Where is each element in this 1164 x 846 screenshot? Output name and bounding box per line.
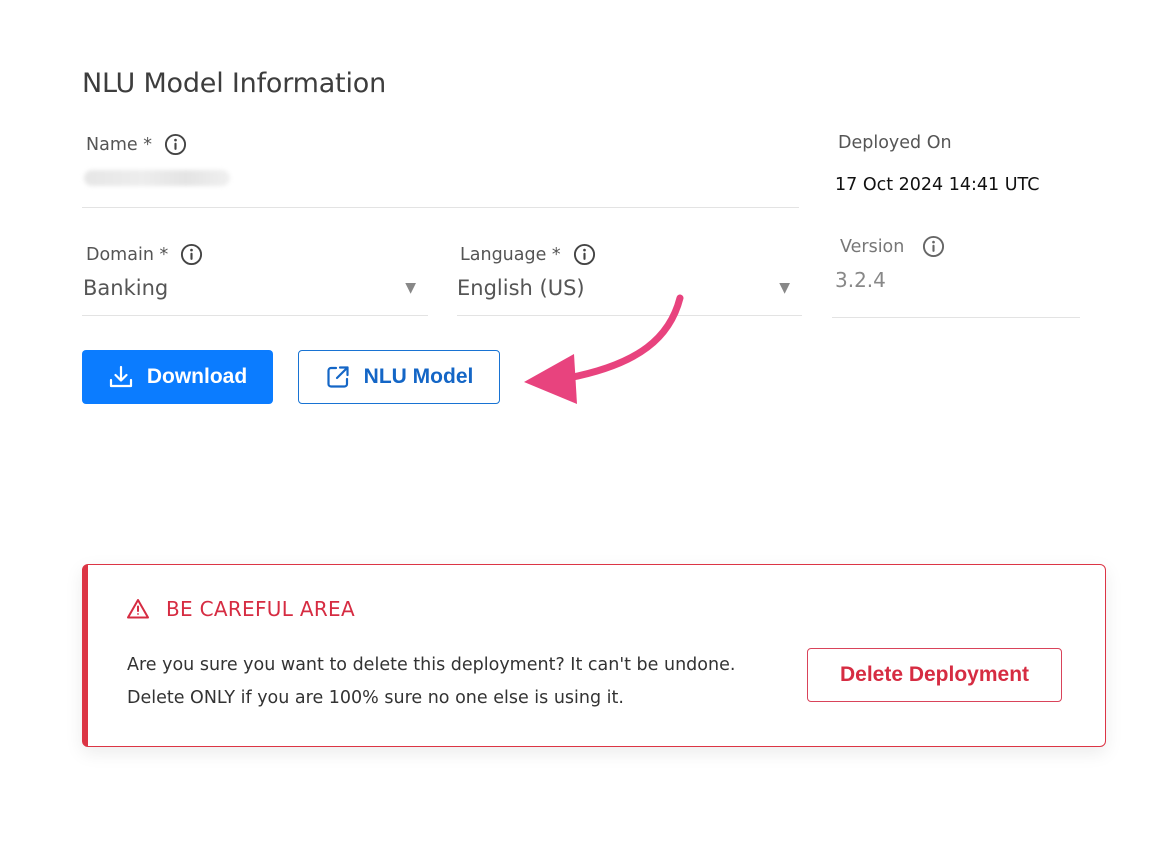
warning-icon (126, 597, 150, 621)
domain-field[interactable]: Domain * Banking ▼ (83, 243, 428, 300)
name-underline (82, 207, 799, 208)
domain-label: Domain * (86, 244, 169, 265)
language-label-row: Language * (460, 243, 802, 266)
info-icon[interactable] (922, 235, 945, 258)
deployed-on-value: 17 Oct 2024 14:41 UTC (835, 175, 1040, 195)
info-icon[interactable] (573, 243, 596, 266)
name-label-row: Name * (86, 133, 187, 156)
download-button[interactable]: Download (82, 350, 273, 404)
deployed-on-label: Deployed On (838, 133, 952, 153)
domain-select[interactable]: Banking ▼ (83, 276, 428, 300)
name-label: Name * (86, 134, 152, 155)
version-value: 3.2.4 (835, 268, 886, 292)
domain-underline (82, 315, 428, 316)
language-label: Language * (460, 244, 561, 265)
danger-zone-message: Are you sure you want to delete this dep… (127, 655, 736, 708)
name-field: Name * (86, 133, 187, 156)
chevron-down-icon[interactable]: ▼ (405, 280, 416, 296)
domain-value: Banking (83, 276, 169, 300)
nlu-model-label: NLU Model (363, 365, 474, 388)
name-value-redacted[interactable] (84, 170, 230, 186)
nlu-model-information-page: NLU Model Information Name * Deployed On… (0, 0, 1164, 846)
version-field: Version 3.2.4 (835, 235, 1080, 292)
annotation-arrow-icon (524, 294, 684, 404)
download-label: Download (146, 365, 248, 388)
domain-label-row: Domain * (86, 243, 428, 266)
chevron-down-icon[interactable]: ▼ (779, 280, 790, 296)
danger-zone-title-row: BE CAREFUL AREA (126, 597, 355, 621)
version-underline (832, 317, 1080, 318)
external-link-icon (325, 364, 351, 390)
danger-zone-card: BE CAREFUL AREA Are you sure you want to… (82, 564, 1106, 747)
section-title: NLU Model Information (82, 68, 386, 99)
danger-zone-title: BE CAREFUL AREA (166, 597, 355, 621)
delete-deployment-button[interactable]: Delete Deployment (807, 648, 1062, 702)
info-icon[interactable] (164, 133, 187, 156)
version-label-row: Version (840, 235, 1080, 258)
version-label: Version (840, 236, 905, 257)
info-icon[interactable] (180, 243, 203, 266)
nlu-model-button[interactable]: NLU Model (298, 350, 500, 404)
download-icon (108, 364, 134, 390)
